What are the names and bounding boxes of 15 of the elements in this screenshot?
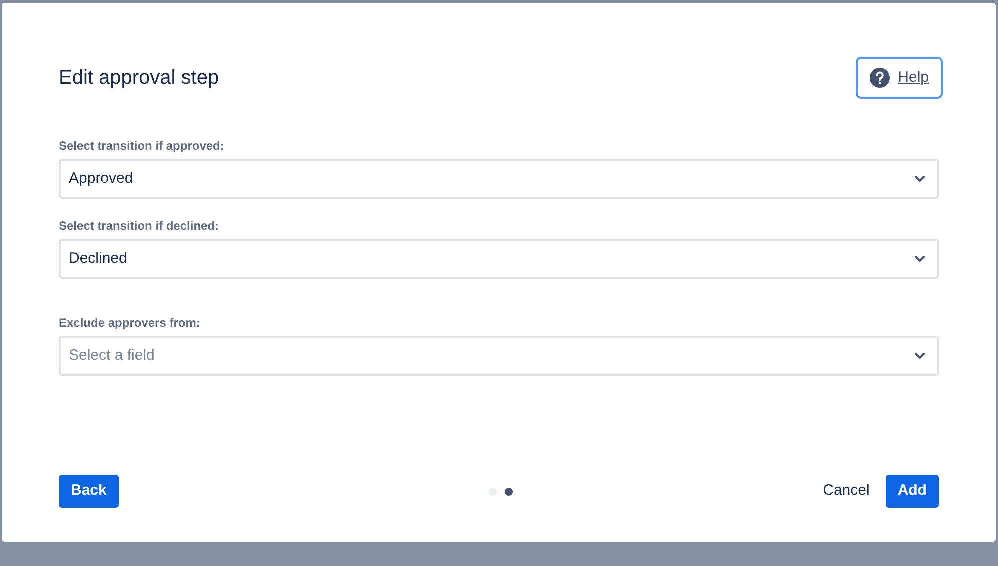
chevron-down-icon	[915, 176, 925, 182]
dialog-title: Edit approval step	[59, 66, 220, 91]
help-button[interactable]: Help	[856, 57, 943, 99]
field-label: Select transition if declined:	[59, 219, 220, 233]
cancel-button[interactable]: Cancel	[823, 480, 870, 503]
select-field[interactable]: Select a field	[59, 336, 939, 376]
chevron-down-icon	[915, 353, 925, 359]
add-button[interactable]: Add	[886, 475, 939, 508]
select-field[interactable]: Approved	[59, 159, 939, 199]
select-field[interactable]: Declined	[59, 239, 939, 279]
field-label: Select transition if approved:	[59, 139, 226, 153]
help-icon	[870, 68, 890, 88]
back-button[interactable]: Back	[59, 475, 119, 508]
chevron-down-icon	[915, 256, 925, 262]
field-label: Exclude approvers from:	[59, 316, 202, 330]
